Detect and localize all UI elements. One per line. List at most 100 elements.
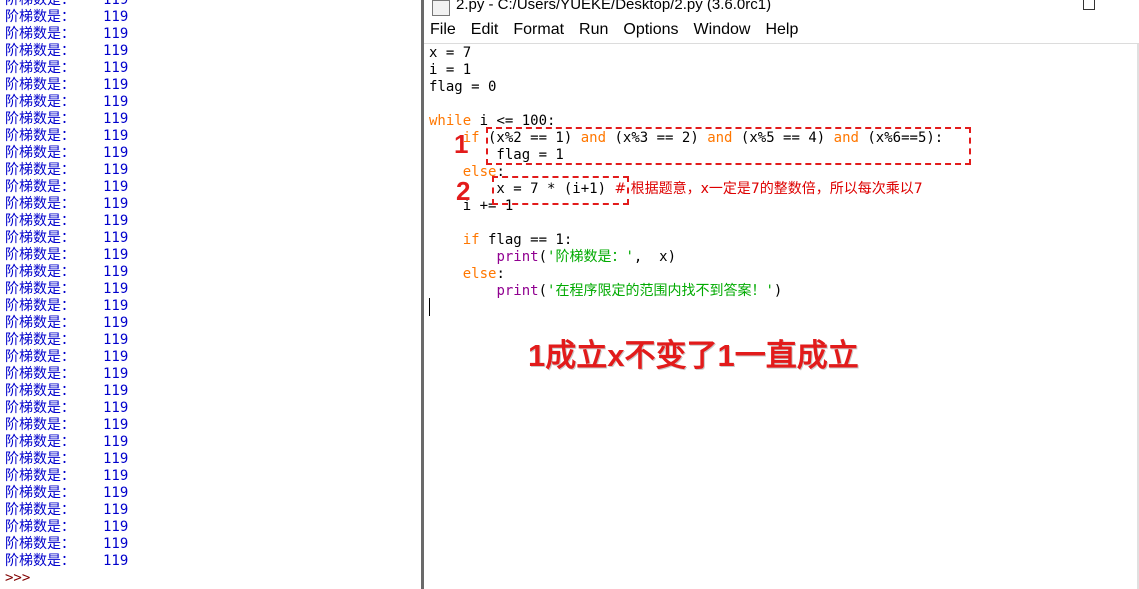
shell-output-line: 阶梯数是： 119 [5, 128, 128, 145]
shell-output-pane[interactable]: 阶梯数是： 119 阶梯数是： 119 阶梯数是： 119 阶梯数是： 119 阶梯数是… [0, 0, 422, 589]
shell-output-line: 阶梯数是： 119 [5, 162, 128, 179]
menu-edit[interactable]: Edit [465, 18, 508, 42]
shell-output-label: 阶梯数是： [5, 26, 75, 42]
shell-output-value: 119 [103, 179, 129, 195]
editor-window: 2.py - C:/Users/YUEKE/Desktop/2.py (3.6.… [424, 0, 1139, 589]
annotation-box-1 [486, 127, 971, 165]
builtin: print [496, 283, 539, 299]
shell-output-label: 阶梯数是： [5, 349, 75, 365]
shell-output-label: 阶梯数是： [5, 417, 75, 433]
shell-output-label: 阶梯数是： [5, 519, 75, 535]
code-comment: # 根据题意，x一定是7的整数倍，所以每次乘以7 [614, 181, 923, 197]
menu-bar: File Edit Format Run Options Window Help [424, 18, 1139, 42]
shell-output-value: 119 [103, 162, 129, 178]
shell-output-line: 阶梯数是： 119 [5, 213, 128, 230]
shell-output-line: 阶梯数是： 119 [5, 332, 128, 349]
shell-output-label: 阶梯数是： [5, 315, 75, 331]
menu-separator [424, 43, 1139, 44]
shell-output-value: 119 [103, 264, 129, 280]
shell-output-line: 阶梯数是： 119 [5, 417, 128, 434]
menu-help[interactable]: Help [759, 18, 807, 42]
shell-output-line: 阶梯数是： 119 [5, 366, 128, 383]
shell-output-line: 阶梯数是： 119 [5, 264, 128, 281]
shell-output-line: 阶梯数是： 119 [5, 553, 128, 570]
shell-output-label: 阶梯数是： [5, 145, 75, 161]
shell-output-value: 119 [103, 77, 129, 93]
menu-run[interactable]: Run [573, 18, 617, 42]
shell-output-value: 119 [103, 536, 129, 552]
shell-output-value: 119 [103, 230, 129, 246]
shell-output-value: 119 [103, 485, 129, 501]
shell-output-value: 119 [103, 145, 129, 161]
menu-options[interactable]: Options [617, 18, 687, 42]
shell-output-label: 阶梯数是： [5, 400, 75, 416]
shell-output-label: 阶梯数是： [5, 77, 75, 93]
shell-output-label: 阶梯数是： [5, 0, 75, 8]
keyword: while [429, 113, 472, 129]
shell-output-value: 119 [103, 553, 129, 569]
shell-output-label: 阶梯数是： [5, 502, 75, 518]
string-literal: '在程序限定的范围内找不到答案！' [547, 283, 774, 299]
restore-icon[interactable] [1083, 0, 1095, 10]
code-editor[interactable]: x = 7 i = 1 flag = 0 while i <= 100: if … [429, 45, 943, 300]
shell-output-line: 阶梯数是： 119 [5, 94, 128, 111]
python-file-icon [432, 0, 450, 16]
shell-output-value: 119 [103, 247, 129, 263]
shell-output-value: 119 [103, 451, 129, 467]
shell-output-value: 119 [103, 9, 129, 25]
shell-output-label: 阶梯数是： [5, 434, 75, 450]
shell-output-line: 阶梯数是： 119 [5, 502, 128, 519]
code-text: flag == 1: [479, 232, 573, 248]
menu-window[interactable]: Window [688, 18, 760, 42]
shell-output-line: 阶梯数是： 119 [5, 111, 128, 128]
window-title: 2.py - C:/Users/YUEKE/Desktop/2.py (3.6.… [456, 0, 772, 13]
shell-output-line: 阶梯数是： 119 [5, 315, 128, 332]
code-text: ( [538, 283, 548, 299]
annotation-number-2: 2 [456, 176, 471, 206]
keyword: else [462, 266, 497, 282]
shell-output-value: 119 [103, 417, 129, 433]
string-literal: '阶梯数是：' [547, 249, 634, 265]
shell-output-line: 阶梯数是： 119 [5, 400, 128, 417]
shell-output-line: 阶梯数是： 119 [5, 349, 128, 366]
shell-output-value: 119 [103, 26, 129, 42]
code-text: ) [773, 283, 783, 299]
code-line: if flag == 1: [429, 232, 943, 249]
shell-output-value: 119 [103, 434, 129, 450]
text-cursor [429, 298, 430, 316]
shell-output-label: 阶梯数是： [5, 9, 75, 25]
shell-output-line: 阶梯数是： 119 [5, 434, 128, 451]
shell-output-line: 阶梯数是： 119 [5, 451, 128, 468]
shell-output-label: 阶梯数是： [5, 468, 75, 484]
shell-output-label: 阶梯数是： [5, 536, 75, 552]
shell-output-label: 阶梯数是： [5, 247, 75, 263]
menu-file[interactable]: File [424, 18, 465, 42]
keyword: if [462, 232, 480, 248]
shell-output-label: 阶梯数是： [5, 298, 75, 314]
shell-output-value: 119 [103, 383, 129, 399]
menu-format[interactable]: Format [507, 18, 573, 42]
shell-output-value: 119 [103, 519, 129, 535]
shell-output-line: 阶梯数是： 119 [5, 60, 128, 77]
shell-output-line: 阶梯数是： 119 [5, 9, 128, 26]
shell-output-value: 119 [103, 315, 129, 331]
annotation-box-2 [492, 176, 629, 205]
shell-output-label: 阶梯数是： [5, 553, 75, 569]
shell-prompt[interactable]: >>> [5, 570, 128, 587]
code-line: x = 7 [429, 45, 472, 61]
shell-output-value: 119 [103, 349, 129, 365]
shell-output-label: 阶梯数是： [5, 196, 75, 212]
shell-output-label: 阶梯数是： [5, 264, 75, 280]
code-line: print('阶梯数是：', x) [429, 249, 943, 266]
shell-output-lines: 阶梯数是： 119 阶梯数是： 119 阶梯数是： 119 阶梯数是： 119 阶梯数是… [5, 0, 128, 587]
shell-output-value: 119 [103, 366, 129, 382]
shell-output-value: 119 [103, 43, 129, 59]
shell-output-label: 阶梯数是： [5, 485, 75, 501]
shell-output-line: 阶梯数是： 119 [5, 0, 128, 9]
title-bar[interactable]: 2.py - C:/Users/YUEKE/Desktop/2.py (3.6.… [424, 0, 1139, 18]
shell-output-line: 阶梯数是： 119 [5, 383, 128, 400]
code-line: print('在程序限定的范围内找不到答案！') [429, 283, 943, 300]
shell-output-line: 阶梯数是： 119 [5, 536, 128, 553]
